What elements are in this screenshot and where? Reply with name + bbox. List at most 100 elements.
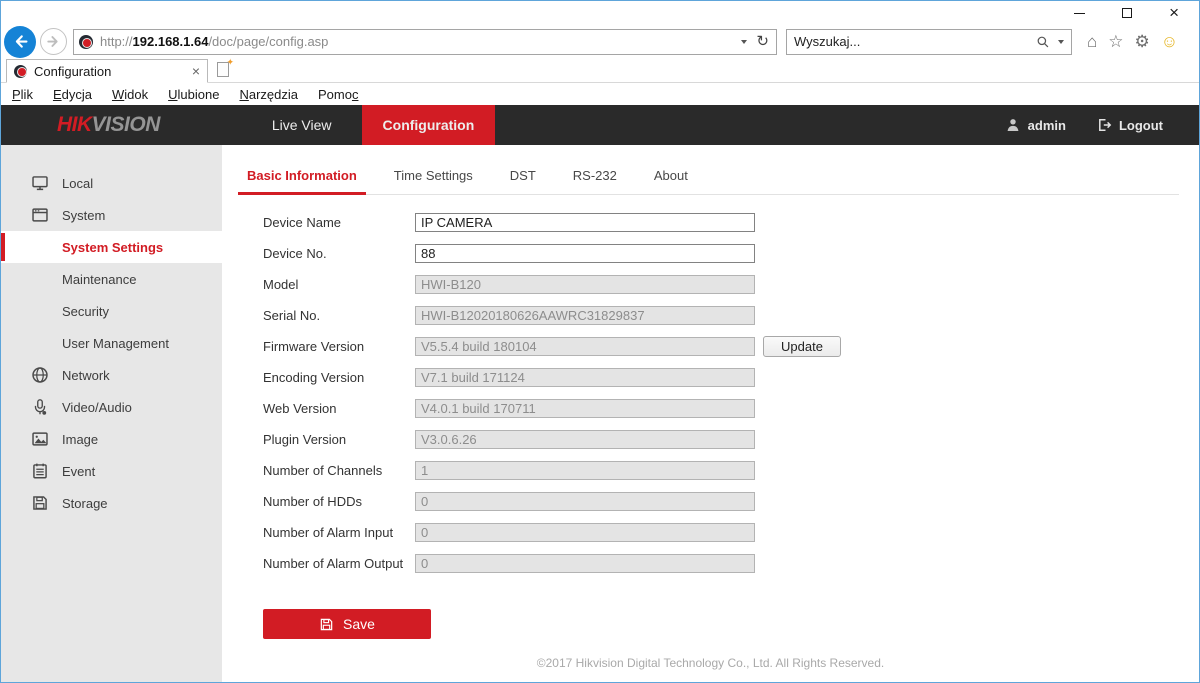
system-icon (31, 206, 49, 224)
forward-button[interactable] (40, 28, 67, 55)
sidebar-item-user-management[interactable]: User Management (1, 327, 222, 359)
form-row-model: Model (263, 274, 1199, 294)
sidebar-item-local[interactable]: Local (1, 167, 222, 199)
field-label: Web Version (263, 401, 415, 416)
sidebar-item-label: Video/Audio (62, 400, 132, 415)
mic-icon (31, 398, 49, 416)
browser-toolbar-icons: ⌂ ☆ ⚙ ☺ (1087, 33, 1178, 50)
user-icon (1005, 117, 1021, 133)
save-label: Save (343, 616, 375, 632)
address-bar[interactable]: http://192.168.1.64/doc/page/config.asp … (73, 29, 777, 55)
storage-icon (31, 494, 49, 512)
event-icon (31, 462, 49, 480)
sidebar-item-label: Network (62, 368, 110, 383)
home-icon[interactable]: ⌂ (1087, 33, 1097, 50)
save-button[interactable]: Save (263, 609, 431, 639)
tab-time-settings[interactable]: Time Settings (385, 159, 482, 194)
menu-narz-dzia[interactable]: Narzędzia (229, 87, 308, 102)
form-row-device-no: Device No. (263, 243, 1199, 263)
sidebar-item-network[interactable]: Network (1, 359, 222, 391)
form-row-number-of-channels: Number of Channels (263, 460, 1199, 480)
url-dropdown-icon[interactable] (741, 40, 747, 44)
menu-bar: PlikEdycjaWidokUlubioneNarzędziaPomoc (1, 83, 1199, 105)
logout-button[interactable]: Logout (1096, 117, 1163, 133)
tab-rs-232[interactable]: RS-232 (564, 159, 626, 194)
sidebar-item-label: Local (62, 176, 93, 191)
new-tab-button[interactable]: ✦ (211, 59, 235, 80)
refresh-icon[interactable]: ↻ (756, 34, 769, 49)
logo-vision: VISION (92, 113, 160, 137)
sidebar-item-maintenance[interactable]: Maintenance (1, 263, 222, 295)
sidebar-item-storage[interactable]: Storage (1, 487, 222, 519)
tab-dst[interactable]: DST (501, 159, 545, 194)
title-bar: × (1, 1, 1199, 25)
tab-basic-information[interactable]: Basic Information (238, 159, 366, 195)
form-row-device-name: Device Name (263, 212, 1199, 232)
sidebar-item-event[interactable]: Event (1, 455, 222, 487)
tab-about[interactable]: About (645, 159, 697, 194)
field-label: Serial No. (263, 308, 415, 323)
field-number-of-alarm-output (415, 554, 755, 573)
back-button[interactable] (4, 26, 36, 58)
url-text: http://192.168.1.64/doc/page/config.asp (100, 34, 328, 49)
main-panel: Basic Information Time Settings DST RS-232 A… (222, 145, 1199, 682)
form-row-number-of-alarm-input: Number of Alarm Input (263, 522, 1199, 542)
menu-widok[interactable]: Widok (102, 87, 158, 102)
field-web-version (415, 399, 755, 418)
app-nav-tabs: Live ViewConfiguration (242, 105, 495, 145)
image-icon (31, 430, 49, 448)
form-row-web-version: Web Version (263, 398, 1199, 418)
menu-ulubione[interactable]: Ulubione (158, 87, 229, 102)
maximize-icon[interactable] (1122, 5, 1132, 21)
navigation-bar: http://192.168.1.64/doc/page/config.asp … (1, 25, 1199, 58)
sidebar-item-label: User Management (62, 336, 169, 351)
globe-icon (31, 366, 49, 384)
form-row-number-of-alarm-output: Number of Alarm Output (263, 553, 1199, 573)
window-close-icon[interactable]: × (1169, 5, 1179, 21)
field-label: Encoding Version (263, 370, 415, 385)
update-button[interactable]: Update (763, 336, 841, 357)
field-device-no[interactable] (415, 244, 755, 263)
minimize-icon[interactable] (1074, 5, 1085, 21)
user-badge: admin (1005, 117, 1066, 133)
search-dropdown-icon[interactable] (1058, 40, 1064, 44)
sidebar-item-label: Event (62, 464, 95, 479)
field-plugin-version (415, 430, 755, 449)
gear-icon[interactable]: ⚙ (1135, 33, 1150, 50)
menu-edycja[interactable]: Edycja (43, 87, 102, 102)
monitor-icon (31, 174, 49, 192)
smiley-feedback-icon[interactable]: ☺ (1161, 33, 1178, 50)
content-area: Local SystemSystem SettingsMaintenanceSec… (1, 145, 1199, 682)
field-number-of-alarm-input (415, 523, 755, 542)
field-label: Device Name (263, 215, 415, 230)
sidebar-item-image[interactable]: Image (1, 423, 222, 455)
search-box[interactable]: Wyszukaj... (786, 29, 1072, 55)
form-row-number-of-hdds: Number of HDDs (263, 491, 1199, 511)
sidebar-item-security[interactable]: Security (1, 295, 222, 327)
menu-plik[interactable]: Plik (2, 87, 43, 102)
tab-close-icon[interactable]: × (192, 64, 200, 78)
field-device-name[interactable] (415, 213, 755, 232)
menu-pomoc[interactable]: Pomoc (308, 87, 368, 102)
logo-hik: HIK (57, 113, 92, 137)
logout-icon (1096, 117, 1112, 133)
url-path: /doc/page/config.asp (208, 34, 328, 49)
favorites-star-icon[interactable]: ☆ (1108, 33, 1123, 50)
sidebar-item-label: Storage (62, 496, 108, 511)
field-label: Number of Alarm Output (263, 556, 415, 571)
sidebar-item-system-settings[interactable]: System Settings (1, 231, 222, 263)
field-label: Number of HDDs (263, 494, 415, 509)
camera-favicon-icon (14, 65, 27, 78)
save-floppy-icon (319, 617, 334, 632)
field-number-of-hdds (415, 492, 755, 511)
tab-title: Configuration (34, 64, 111, 79)
nav-live-view[interactable]: Live View (242, 105, 362, 145)
field-encoding-version (415, 368, 755, 387)
settings-tabs: Basic Information Time Settings DST RS-232 A… (238, 159, 1179, 195)
search-icon[interactable] (1036, 35, 1050, 49)
browser-tab-configuration[interactable]: Configuration × (6, 59, 208, 83)
form-row-encoding-version: Encoding Version (263, 367, 1199, 387)
sidebar-item-video-audio[interactable]: Video/Audio (1, 391, 222, 423)
sidebar-item-system[interactable]: System (1, 199, 222, 231)
nav-configuration[interactable]: Configuration (362, 105, 496, 145)
